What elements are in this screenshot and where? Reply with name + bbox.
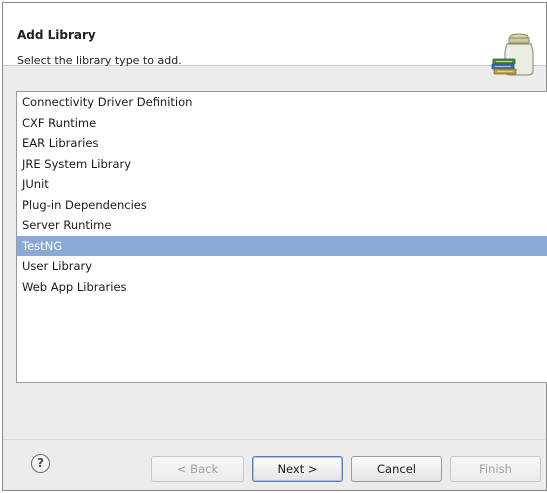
list-item[interactable]: Plug-in Dependencies [17, 195, 547, 216]
dialog-subtitle: Select the library type to add. [17, 54, 182, 67]
add-library-dialog: Add Library Select the library type to a… [2, 2, 547, 491]
list-item[interactable]: Web App Libraries [17, 277, 547, 298]
cancel-button[interactable]: Cancel [351, 456, 442, 482]
next-button[interactable]: Next > [252, 456, 343, 482]
list-item[interactable]: User Library [17, 256, 547, 277]
dialog-title: Add Library [17, 28, 96, 42]
list-item[interactable]: EAR Libraries [17, 133, 547, 154]
library-jar-icon [491, 33, 534, 76]
library-type-list[interactable]: Connectivity Driver Definition CXF Runtim… [16, 91, 547, 383]
list-item[interactable]: Connectivity Driver Definition [17, 92, 547, 113]
help-icon[interactable]: ? [31, 454, 50, 473]
back-button[interactable]: < Back [151, 456, 244, 482]
finish-button[interactable]: Finish [450, 456, 541, 482]
list-item[interactable]: TestNG [17, 235, 547, 256]
list-item[interactable]: JRE System Library [17, 154, 547, 175]
wizard-banner: Add Library Select the library type to a… [3, 3, 546, 76]
list-item[interactable]: JUnit [17, 174, 547, 195]
list-item[interactable]: CXF Runtime [17, 113, 547, 134]
footer-divider [3, 439, 546, 440]
list-item[interactable]: Server Runtime [17, 215, 547, 236]
